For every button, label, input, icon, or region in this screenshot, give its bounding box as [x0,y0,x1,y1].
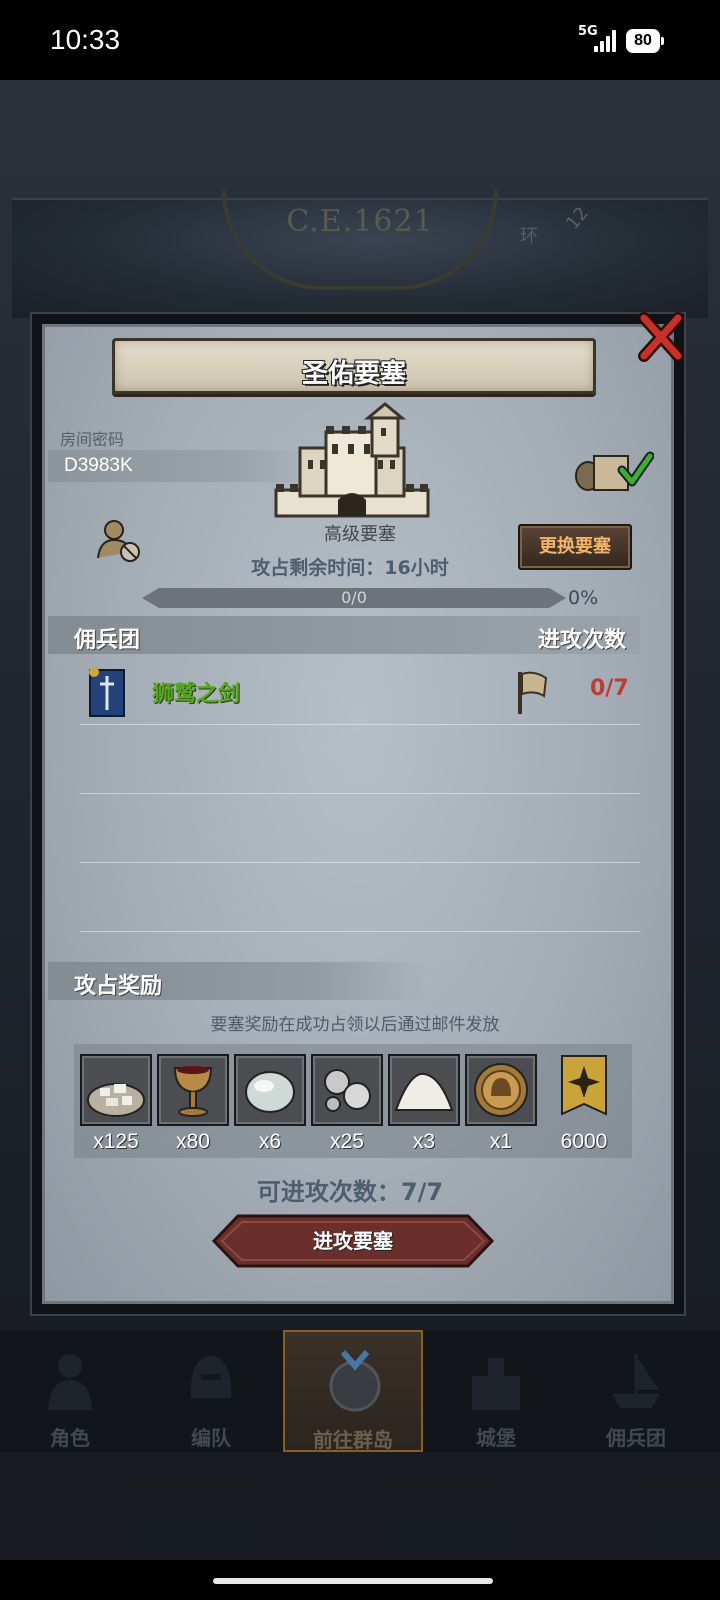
helmet-medal-icon [474,1063,528,1117]
goblet-icon [173,1066,213,1117]
row-divider [80,862,640,863]
supply-bags-icon [575,451,654,491]
reward-qty: x125 [93,1130,139,1153]
map-label: 环 [520,226,538,247]
rank-badge-icon [561,1055,607,1116]
reward-qty: x80 [176,1130,210,1153]
progress-percent: 0% [568,587,599,609]
nav-label: 城堡 [476,1426,516,1450]
remaining-time: 攻占剩余时间：16小时 [251,557,449,579]
silver-ore-icon [324,1069,371,1112]
nav-item-castle[interactable]: 城堡 [426,1330,566,1452]
nav-label: 编队 [191,1426,231,1450]
occupation-progress-bar: 0/0 [142,588,566,608]
castle-icon [472,1358,520,1410]
rewards-header: 攻占奖励 [74,974,163,999]
bottom-navigation: 角色 编队 前往群岛 城堡 佣兵团 [0,1330,720,1452]
ship-icon [612,1353,660,1408]
row-divider [80,724,640,725]
reward-item[interactable]: x3 [388,1054,460,1164]
reward-qty: x25 [330,1130,364,1153]
room-code-label: 房间密码 [60,430,125,449]
nav-label: 佣兵团 [606,1426,666,1450]
close-icon [638,312,684,362]
home-indicator[interactable] [213,1578,493,1584]
reward-item[interactable]: x80 [157,1054,229,1164]
flag-icon [518,671,548,714]
guild-banner-icon [89,667,125,717]
reward-qty: x6 [258,1130,282,1153]
reward-qty: 6000 [560,1130,608,1153]
mercenary-attack-count: 0/7 [590,676,629,701]
compass-globe-icon [329,1350,381,1412]
available-attacks: 可进攻次数：7/7 [256,1178,444,1206]
mercenary-name: 狮鹫之剑 [152,682,241,707]
reward-qty: x3 [412,1130,436,1153]
attack-count-header: 进攻次数 [538,628,627,653]
helmet-icon [190,1356,232,1398]
mercenary-row[interactable]: 狮鹫之剑 0/7 [70,662,640,722]
signal-icon [594,30,618,52]
attack-fortress-label: 进攻要塞 [313,1229,393,1253]
row-divider [80,793,640,794]
flour-pile-icon [394,1072,454,1111]
era-label: C.E.1621 [286,204,434,239]
knight-icon [48,1354,92,1410]
fortress-castle-icon [274,402,430,518]
nav-label: 角色 [50,1426,90,1450]
nav-item-character[interactable]: 角色 [0,1330,140,1452]
reward-item[interactable]: 6000 [548,1054,620,1164]
nav-label: 前往群岛 [313,1428,393,1452]
reward-qty: x1 [489,1130,513,1153]
nav-item-mercenary[interactable]: 佣兵团 [566,1330,706,1452]
stone-pile-icon [87,1083,145,1117]
title-banner: 圣佑要塞 [112,338,596,394]
battery-icon: 80 [626,29,664,53]
gem-icon [245,1071,295,1113]
progress-text: 0/0 [341,588,367,607]
mercenary-header: 佣兵团 [74,628,141,653]
rewards-note: 要塞奖励在成功占领以后通过邮件发放 [210,1015,500,1035]
close-button[interactable] [636,312,686,362]
nav-item-formation[interactable]: 编队 [141,1330,281,1452]
reward-item[interactable]: x25 [311,1054,383,1164]
status-bar: 10:33 5G 80 [0,0,720,80]
reward-item[interactable]: x6 [234,1054,306,1164]
room-code-value: D3983K [64,455,133,476]
reward-item[interactable]: x125 [80,1054,152,1164]
nav-item-islands[interactable]: 前往群岛 [283,1330,423,1452]
status-time: 10:33 [50,24,121,55]
attack-fortress-button[interactable]: 进攻要塞 [212,1214,494,1268]
row-divider [80,931,640,932]
fortress-title: 圣佑要塞 [301,359,406,389]
reward-item[interactable]: x1 [465,1054,537,1164]
